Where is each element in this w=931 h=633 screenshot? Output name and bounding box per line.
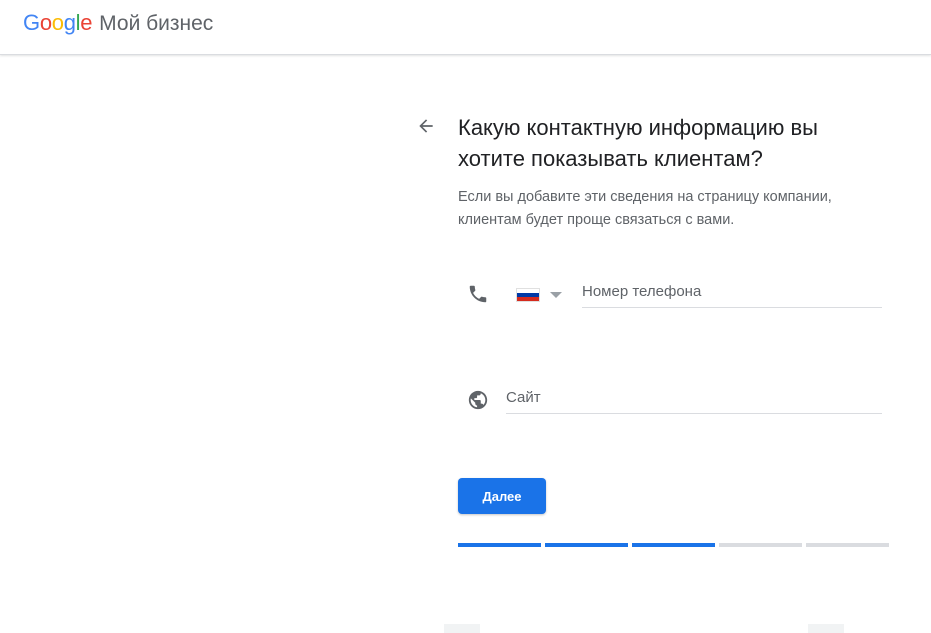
country-code-select[interactable]: [516, 286, 562, 304]
bottom-decoration: [444, 624, 480, 633]
page-title: Какую контактную информацию вы хотите по…: [458, 115, 818, 171]
progress-segment: [632, 543, 715, 547]
top-app-bar: Google Мой бизнес: [0, 0, 931, 55]
progress-segment: [806, 543, 889, 547]
google-my-business-logo[interactable]: Google Мой бизнес: [23, 10, 213, 36]
bottom-decoration: [808, 624, 844, 633]
product-name: Мой бизнес: [99, 12, 214, 35]
progress-segment: [719, 543, 802, 547]
website-input[interactable]: [506, 386, 882, 414]
google-logo: Google: [23, 10, 93, 35]
step-progress: [458, 543, 889, 547]
phone-icon: [469, 285, 487, 303]
globe-icon: [468, 390, 488, 410]
back-button[interactable]: [412, 112, 440, 140]
arrow-back-icon: [419, 119, 433, 133]
phone-number-input[interactable]: [582, 280, 882, 308]
russia-flag-icon: [516, 288, 540, 302]
progress-segment: [458, 543, 541, 547]
caret-down-icon: [550, 292, 562, 298]
next-button[interactable]: Далее: [458, 478, 546, 514]
progress-segment: [545, 543, 628, 547]
page-subtitle: Если вы добавите эти сведения на страниц…: [458, 189, 832, 228]
